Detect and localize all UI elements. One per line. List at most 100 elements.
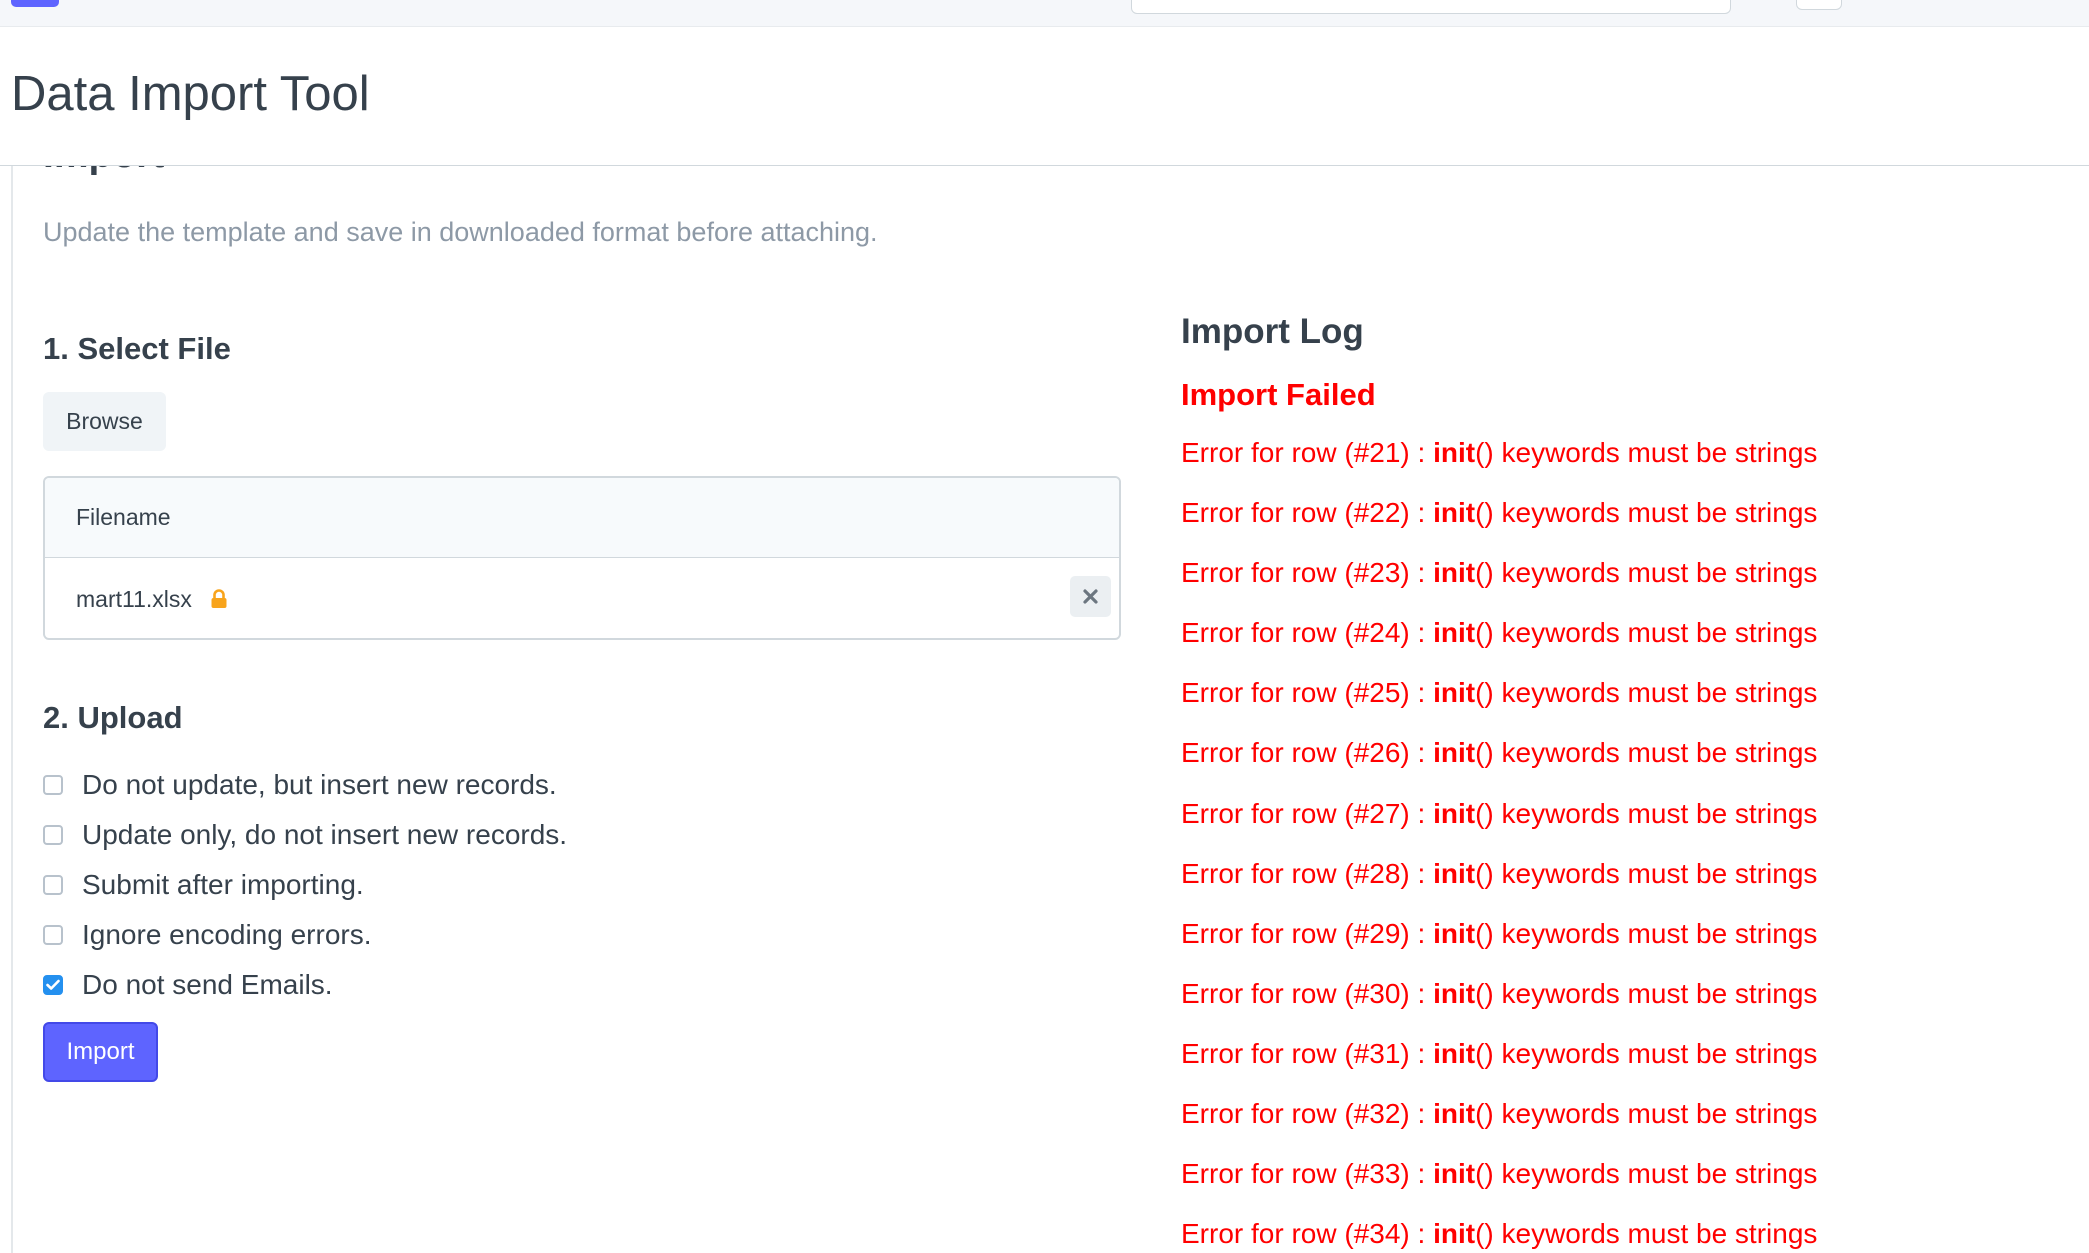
error-message: () keywords must be strings	[1475, 977, 1818, 1009]
error-row-number: #27	[1353, 797, 1401, 829]
error-prefix: Error for row	[1181, 437, 1337, 468]
check-icon	[46, 979, 60, 990]
file-row: mart11.xlsx	[45, 558, 1119, 638]
error-row-number: #21	[1353, 437, 1401, 468]
error-row-number: #33	[1353, 1158, 1401, 1190]
checkbox[interactable]	[43, 925, 63, 945]
option-no-emails[interactable]: Do not send Emails.	[43, 960, 567, 1010]
option-label: Update only, do not insert new records.	[82, 819, 568, 850]
error-prefix: Error for row	[1181, 1098, 1337, 1130]
error-keyword: init	[1433, 677, 1476, 709]
error-keyword: init	[1433, 617, 1476, 649]
import-button[interactable]: Import	[43, 1022, 158, 1082]
upload-heading: 2. Upload	[43, 700, 183, 735]
error-prefix: Error for row	[1181, 857, 1337, 889]
error-row-number: #23	[1353, 557, 1401, 589]
option-label: Do not send Emails.	[82, 969, 333, 1000]
error-row-number: #25	[1353, 677, 1401, 709]
error-prefix: Error for row	[1181, 1158, 1337, 1190]
error-message: () keywords must be strings	[1475, 677, 1818, 709]
log-error-line: Error for row (#31) : init() keywords mu…	[1181, 1037, 1818, 1069]
log-error-line: Error for row (#30) : init() keywords mu…	[1181, 977, 1818, 1009]
import-status: Import Failed	[1181, 377, 1376, 412]
import-log-list: Error for row (#21) : init() keywords mu…	[1181, 436, 1817, 1253]
error-message: () keywords must be strings	[1475, 797, 1818, 829]
error-keyword: init	[1433, 737, 1476, 769]
log-error-line: Error for row (#21) : init() keywords mu…	[1181, 437, 1818, 468]
error-keyword: init	[1433, 917, 1476, 949]
nav-dropdown-button[interactable]	[1796, 0, 1842, 10]
error-message: () keywords must be strings	[1475, 437, 1818, 468]
error-keyword: init	[1433, 557, 1476, 589]
error-keyword: init	[1433, 977, 1476, 1009]
error-row-number: #34	[1353, 1218, 1401, 1250]
option-ignore-encoding[interactable]: Ignore encoding errors.	[43, 910, 567, 960]
file-table-header: Filename	[45, 478, 1119, 558]
file-name[interactable]: mart11.xlsx	[76, 586, 192, 613]
error-prefix: Error for row	[1181, 617, 1337, 649]
error-prefix: Error for row	[1181, 557, 1337, 589]
error-keyword: init	[1433, 437, 1476, 468]
log-error-line: Error for row (#24) : init() keywords mu…	[1181, 617, 1818, 649]
error-message: () keywords must be strings	[1475, 497, 1818, 529]
error-prefix: Error for row	[1181, 917, 1337, 949]
error-prefix: Error for row	[1181, 1218, 1337, 1250]
browse-button[interactable]: Browse	[43, 392, 166, 451]
error-keyword: init	[1433, 1218, 1476, 1250]
log-error-line: Error for row (#23) : init() keywords mu…	[1181, 557, 1818, 589]
lock-icon	[210, 589, 228, 609]
error-keyword: init	[1433, 797, 1476, 829]
log-error-line: Error for row (#28) : init() keywords mu…	[1181, 857, 1818, 889]
error-keyword: init	[1433, 1037, 1476, 1069]
error-message: () keywords must be strings	[1475, 617, 1818, 649]
error-row-number: #30	[1353, 977, 1401, 1009]
option-update-only[interactable]: Update only, do not insert new records.	[43, 810, 567, 860]
option-label: Ignore encoding errors.	[82, 919, 372, 950]
option-submit-after[interactable]: Submit after importing.	[43, 860, 567, 910]
checkbox[interactable]	[43, 875, 63, 895]
main-content: Import Update the template and save in d…	[0, 166, 2089, 1253]
log-error-line: Error for row (#27) : init() keywords mu…	[1181, 797, 1818, 829]
close-icon	[1083, 589, 1098, 604]
error-message: () keywords must be strings	[1475, 737, 1818, 769]
error-row-number: #29	[1353, 917, 1401, 949]
file-table: Filename mart11.xlsx	[43, 476, 1121, 640]
section-divider	[11, 166, 13, 1253]
error-prefix: Error for row	[1181, 977, 1337, 1009]
log-error-line: Error for row (#32) : init() keywords mu…	[1181, 1098, 1818, 1130]
error-row-number: #31	[1353, 1037, 1401, 1069]
error-row-number: #32	[1353, 1098, 1401, 1130]
log-error-line: Error for row (#29) : init() keywords mu…	[1181, 917, 1818, 949]
top-navbar	[0, 0, 2089, 27]
log-error-line: Error for row (#34) : init() keywords mu…	[1181, 1218, 1818, 1250]
option-label: Do not update, but insert new records.	[82, 769, 557, 800]
section-title: Import	[43, 166, 164, 179]
import-log-heading: Import Log	[1181, 312, 1364, 351]
error-message: () keywords must be strings	[1475, 917, 1818, 949]
error-message: () keywords must be strings	[1475, 557, 1818, 589]
upload-options: Do not update, but insert new records. U…	[43, 760, 567, 1010]
option-label: Submit after importing.	[82, 869, 364, 900]
error-prefix: Error for row	[1181, 737, 1337, 769]
checkbox[interactable]	[43, 775, 63, 795]
select-file-heading: 1. Select File	[43, 331, 231, 366]
error-keyword: init	[1433, 1158, 1476, 1190]
option-insert-new[interactable]: Do not update, but insert new records.	[43, 760, 567, 810]
app-logo[interactable]	[11, 0, 59, 7]
error-prefix: Error for row	[1181, 677, 1337, 709]
search-input[interactable]	[1131, 0, 1731, 14]
error-prefix: Error for row	[1181, 1037, 1337, 1069]
remove-file-button[interactable]	[1070, 576, 1111, 617]
log-error-line: Error for row (#25) : init() keywords mu…	[1181, 677, 1818, 709]
log-error-line: Error for row (#33) : init() keywords mu…	[1181, 1158, 1818, 1190]
page-header: Data Import Tool	[0, 27, 2089, 166]
error-prefix: Error for row	[1181, 497, 1337, 529]
checkbox[interactable]	[43, 825, 63, 845]
error-message: () keywords must be strings	[1475, 1037, 1818, 1069]
log-error-line: Error for row (#26) : init() keywords mu…	[1181, 737, 1818, 769]
error-row-number: #24	[1353, 617, 1401, 649]
error-message: () keywords must be strings	[1475, 1158, 1818, 1190]
error-keyword: init	[1433, 857, 1476, 889]
error-message: () keywords must be strings	[1475, 857, 1818, 889]
checkbox-checked[interactable]	[43, 975, 63, 995]
